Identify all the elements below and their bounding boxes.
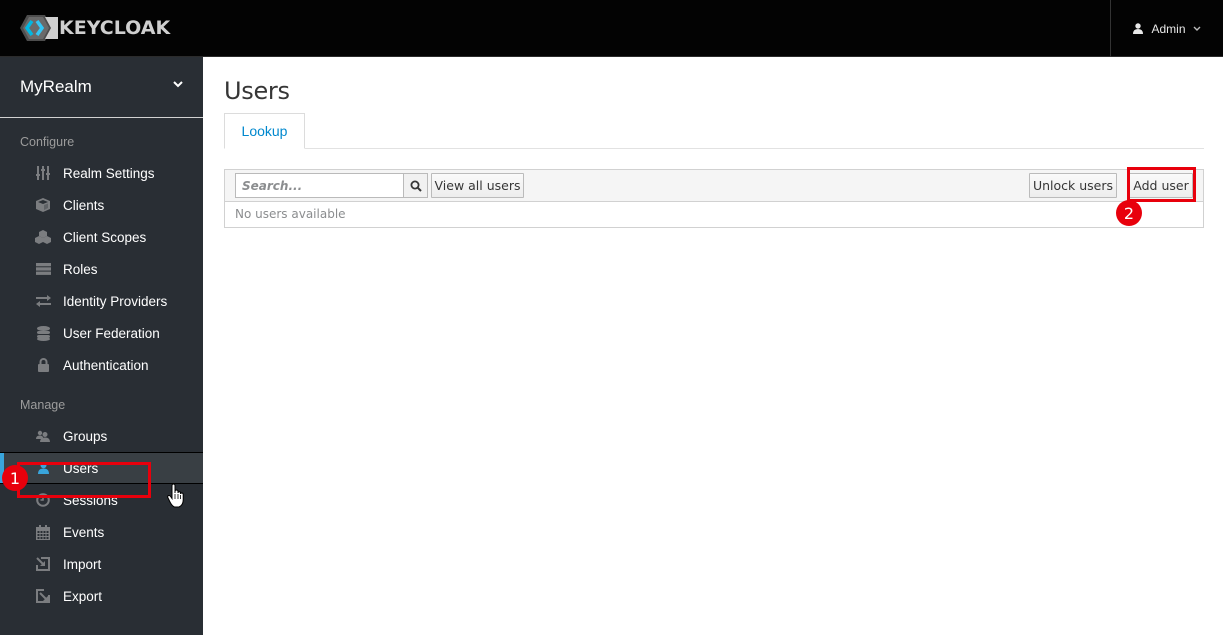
section-label-configure: Configure bbox=[20, 135, 75, 149]
sliders-icon bbox=[35, 165, 51, 181]
search-input[interactable] bbox=[235, 173, 404, 198]
sidebar-item-label: Sessions bbox=[63, 492, 118, 508]
page-title: Users bbox=[224, 77, 290, 105]
sidebar-item-label: Realm Settings bbox=[63, 165, 155, 181]
tab-bar: Lookup bbox=[224, 113, 1204, 149]
sidebar-item-roles[interactable]: Roles bbox=[0, 253, 203, 285]
sidebar-item-label: Export bbox=[63, 588, 103, 604]
sidebar-item-identity-providers[interactable]: Identity Providers bbox=[0, 285, 203, 317]
brand-logo[interactable]: KEYCLOAK bbox=[20, 14, 170, 42]
sidebar-item-import[interactable]: Import bbox=[0, 548, 203, 580]
server-icon bbox=[35, 261, 51, 277]
sidebar-item-label: Identity Providers bbox=[63, 293, 168, 309]
export-icon bbox=[35, 588, 51, 604]
lock-icon bbox=[35, 357, 51, 373]
chevron-down-icon bbox=[1193, 26, 1200, 31]
cube-icon bbox=[35, 197, 51, 213]
sidebar-item-label: Import bbox=[63, 556, 102, 572]
main-content: Users Lookup View all users Unlock users… bbox=[203, 57, 1223, 635]
user-menu[interactable]: Admin bbox=[1110, 0, 1223, 57]
section-label-manage: Manage bbox=[20, 398, 66, 412]
sidebar-item-label: Authentication bbox=[63, 357, 149, 373]
realm-name: MyRealm bbox=[20, 77, 92, 96]
annotation-badge-2: 2 bbox=[1116, 200, 1142, 226]
sidebar-item-user-federation[interactable]: User Federation bbox=[0, 317, 203, 349]
user-name: Admin bbox=[1151, 21, 1186, 36]
sidebar-item-clients[interactable]: Clients bbox=[0, 189, 203, 221]
manage-nav: Groups Users Sessions Events Import Expo… bbox=[0, 420, 203, 612]
view-all-users-button[interactable]: View all users bbox=[431, 173, 524, 198]
cubes-icon bbox=[35, 229, 51, 245]
users-icon bbox=[35, 428, 51, 444]
sidebar-item-label: Clients bbox=[63, 197, 105, 213]
sidebar-item-label: Roles bbox=[63, 261, 98, 277]
empty-state-message: No users available bbox=[235, 207, 346, 221]
annotation-badge-1: 1 bbox=[2, 465, 28, 491]
configure-nav: Realm Settings Clients Client Scopes Rol… bbox=[0, 157, 203, 381]
user-icon bbox=[1133, 23, 1144, 34]
hand-cursor-icon bbox=[167, 484, 184, 508]
sidebar-item-client-scopes[interactable]: Client Scopes bbox=[0, 221, 203, 253]
sidebar-item-label: Groups bbox=[63, 428, 108, 444]
realm-selector[interactable]: MyRealm bbox=[0, 57, 203, 118]
users-table: View all users Unlock users Add user No … bbox=[224, 169, 1204, 228]
sidebar-item-realm-settings[interactable]: Realm Settings bbox=[0, 157, 203, 189]
user-icon bbox=[35, 460, 51, 476]
calendar-icon bbox=[35, 524, 51, 540]
sidebar-item-users[interactable]: Users bbox=[0, 452, 203, 484]
chevron-down-icon bbox=[173, 81, 183, 88]
brand-text: KEYCLOAK bbox=[59, 17, 171, 39]
top-navbar: KEYCLOAK Admin bbox=[0, 0, 1223, 57]
database-icon bbox=[35, 325, 51, 341]
sidebar: MyRealm Configure Realm Settings Clients… bbox=[0, 57, 203, 635]
table-toolbar: View all users Unlock users Add user bbox=[225, 170, 1203, 202]
search-button[interactable] bbox=[403, 173, 428, 198]
tab-lookup[interactable]: Lookup bbox=[224, 113, 305, 149]
exchange-icon bbox=[35, 293, 51, 309]
clock-icon bbox=[35, 492, 51, 508]
sidebar-item-groups[interactable]: Groups bbox=[0, 420, 203, 452]
sidebar-item-label: Users bbox=[63, 460, 99, 476]
sidebar-item-label: Client Scopes bbox=[63, 229, 147, 245]
sidebar-item-export[interactable]: Export bbox=[0, 580, 203, 612]
sidebar-item-label: Events bbox=[63, 524, 105, 540]
unlock-users-button[interactable]: Unlock users bbox=[1029, 173, 1117, 198]
sidebar-item-label: User Federation bbox=[63, 325, 160, 341]
import-icon bbox=[35, 556, 51, 572]
keycloak-logo-icon bbox=[20, 15, 58, 41]
add-user-button[interactable]: Add user bbox=[1129, 173, 1193, 198]
sidebar-item-events[interactable]: Events bbox=[0, 516, 203, 548]
search-icon bbox=[410, 180, 422, 192]
sidebar-item-authentication[interactable]: Authentication bbox=[0, 349, 203, 381]
